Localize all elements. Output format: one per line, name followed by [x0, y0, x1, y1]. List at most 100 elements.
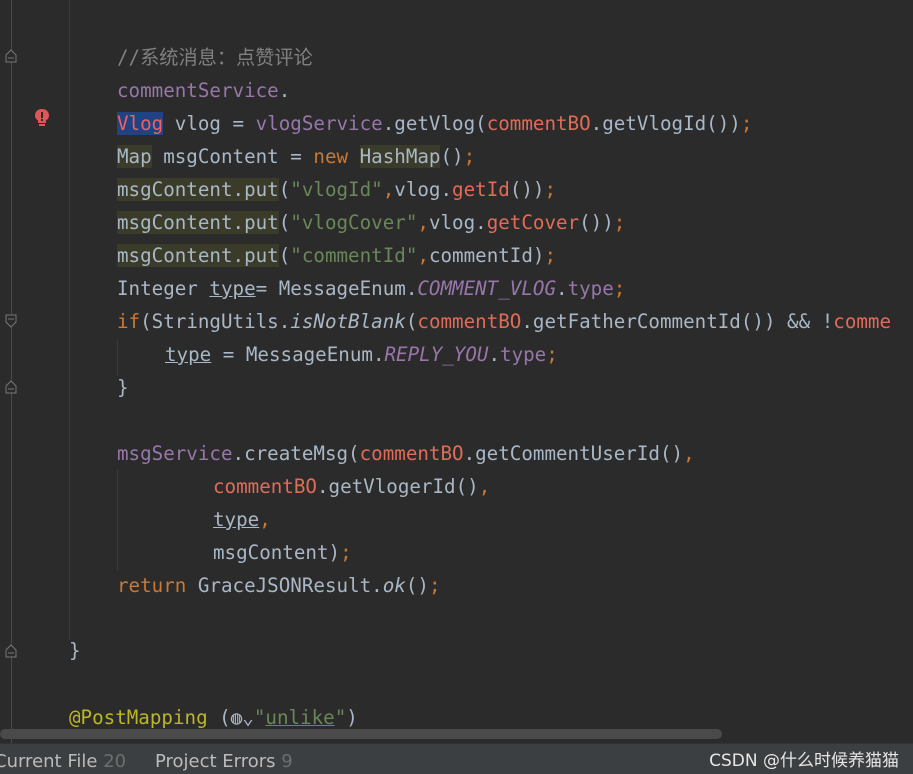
code-line[interactable]: msgContent.put("vlogId",vlog.getId()); — [117, 175, 556, 205]
code-line[interactable]: commentBO.getVlogerId(), — [213, 472, 490, 502]
code-line[interactable]: msgContent.put("vlogCover",vlog.getCover… — [117, 208, 625, 238]
tab-project-errors-label: Project Errors — [155, 751, 276, 772]
code-editor[interactable]: //系统消息：点赞评论 commentService. Vlog vlog = vl… — [0, 0, 913, 743]
code-line[interactable]: msgContent); — [213, 538, 352, 568]
indent-guide — [117, 470, 118, 570]
code-line[interactable]: //系统消息：点赞评论 — [117, 43, 313, 73]
watermark: CSDN @什么时候养猫猫 — [709, 751, 899, 771]
code-token: , — [478, 475, 491, 498]
editor-gutter — [0, 0, 24, 743]
code-token: () — [405, 574, 429, 597]
code-token: . — [278, 79, 291, 102]
code-line[interactable]: } — [117, 373, 129, 403]
code-token: ; — [340, 541, 352, 564]
fold-marker-icon[interactable] — [5, 644, 17, 658]
code-token: , — [259, 508, 271, 531]
code-token: ()) — [509, 178, 545, 201]
code-token: type — [567, 277, 614, 300]
error-bulb-icon[interactable] — [34, 108, 50, 128]
code-token: msgContent.put — [117, 178, 279, 201]
code-line[interactable]: msgContent.put("commentId",commentId); — [117, 241, 556, 271]
code-token: msgContent) — [213, 541, 341, 564]
code-line[interactable]: commentService. — [117, 76, 290, 106]
code-line[interactable]: msgService.createMsg(commentBO.getCommen… — [117, 439, 695, 469]
code-line[interactable]: Integer type= MessageEnum.COMMENT_VLOG.t… — [117, 274, 625, 304]
code-token: ◍⌄ — [230, 706, 254, 729]
code-token: () — [440, 145, 464, 168]
code-line[interactable]: type, — [213, 505, 271, 535]
code-token: msgContent = — [151, 145, 314, 168]
tab-project-errors[interactable]: Project Errors 9 — [155, 751, 293, 772]
code-token: ; — [613, 277, 626, 300]
code-token: ; — [740, 112, 753, 135]
code-token: ; — [428, 574, 441, 597]
code-token: getId — [452, 178, 510, 201]
code-line[interactable]: type = MessageEnum.REPLY_YOU.type; — [165, 340, 558, 370]
code-token: @PostMapping — [69, 706, 208, 729]
code-token: commentId) — [428, 244, 545, 267]
code-token: "vlogCover" — [290, 211, 418, 234]
tab-current-file-count: 20 — [103, 751, 127, 772]
horizontal-scrollbar[interactable] — [0, 729, 722, 739]
gutter-fold-line — [11, 0, 12, 743]
code-token: (StringUtils. — [140, 310, 291, 333]
indent-guide — [69, 0, 70, 640]
code-token: vlog. — [394, 178, 453, 201]
code-token: .getCommentUserId() — [463, 442, 684, 465]
code-token: .getVlogId()) — [590, 112, 741, 135]
code-token: COMMENT_VLOG — [417, 277, 556, 300]
code-token: unlike — [265, 706, 335, 729]
code-token: msgService — [117, 442, 233, 465]
code-token: new — [313, 145, 360, 168]
code-token: commentBO — [359, 442, 464, 465]
code-token: ( — [278, 178, 291, 201]
code-token: vlogService — [255, 112, 383, 135]
code-token: ; — [463, 145, 476, 168]
code-token: ( — [405, 310, 418, 333]
code-token: . — [488, 343, 501, 366]
code-token: return — [117, 574, 198, 597]
code-token: type — [213, 508, 260, 531]
code-token: " — [253, 706, 266, 729]
code-token: GraceJSONResult. — [197, 574, 383, 597]
code-line[interactable]: if(StringUtils.isNotBlank(commentBO.getF… — [117, 307, 891, 337]
code-token: " — [334, 706, 347, 729]
code-line[interactable]: } — [69, 636, 81, 666]
code-token: vlog = — [163, 112, 256, 135]
code-token: .getVlog( — [382, 112, 487, 135]
fold-marker-icon[interactable] — [5, 49, 17, 63]
code-token: . — [556, 277, 568, 300]
code-token: .createMsg( — [232, 442, 360, 465]
code-token: "vlogId" — [290, 178, 383, 201]
code-token: } — [117, 376, 129, 399]
code-token: ; — [544, 244, 557, 267]
fold-marker-icon[interactable] — [5, 380, 17, 394]
code-token: .getVlogerId() — [316, 475, 479, 498]
code-token: HashMap — [359, 145, 441, 168]
code-token: REPLY_YOU — [384, 343, 489, 366]
code-token: ()) — [579, 211, 614, 234]
code-token: = MessageEnum. — [211, 343, 385, 366]
code-token: getCover — [486, 211, 580, 234]
code-token: comme — [833, 310, 892, 333]
code-token: isNotBlank — [290, 310, 406, 333]
fold-marker-icon[interactable] — [5, 314, 17, 328]
code-token: ( — [278, 211, 291, 234]
code-token: commentBO — [486, 112, 591, 135]
code-line[interactable]: Vlog vlog = vlogService.getVlog(commentB… — [117, 109, 752, 139]
code-token: ; — [544, 178, 557, 201]
code-token: , — [382, 178, 395, 201]
code-token: ok — [382, 574, 406, 597]
code-token: type — [209, 277, 256, 300]
tab-current-file-label: Current File — [0, 751, 98, 772]
code-line[interactable]: Map msgContent = new HashMap(); — [117, 142, 475, 172]
code-token: commentBO — [213, 475, 317, 498]
code-token: , — [683, 442, 695, 465]
tab-current-file[interactable]: Current File 20 — [0, 751, 126, 772]
code-token: Integer — [117, 277, 210, 300]
code-line[interactable]: return GraceJSONResult.ok(); — [117, 571, 441, 601]
code-token: msgContent.put — [117, 244, 279, 267]
code-token: } — [69, 639, 81, 662]
code-token: type — [500, 343, 547, 366]
code-token: "commentId" — [290, 244, 418, 267]
